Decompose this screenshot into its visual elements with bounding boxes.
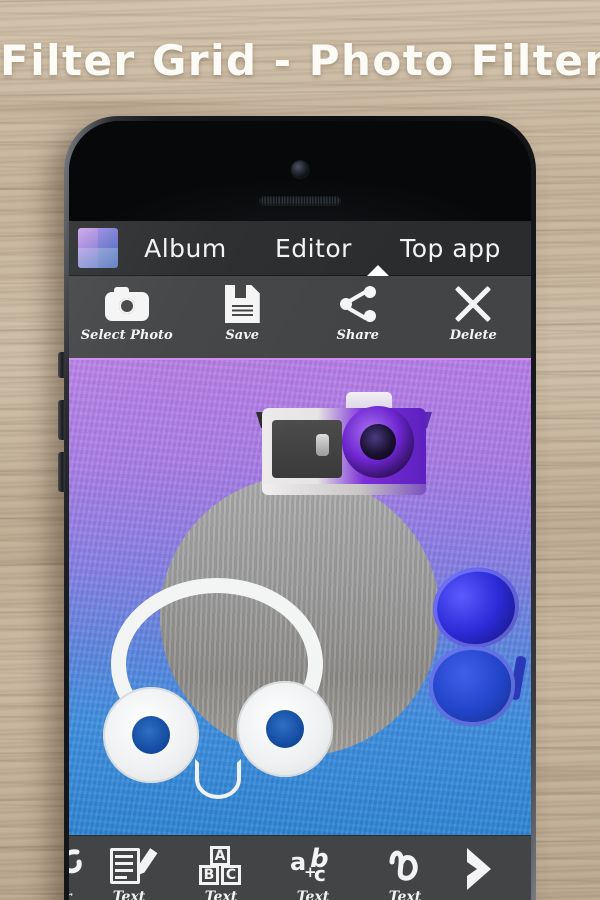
next-page-button[interactable] [451,836,499,896]
tab-editor[interactable]: Editor [275,234,352,263]
editor-action-toolbar: Select Photo Save Share Delete [69,276,531,360]
text-tools-toolbar: r Text [69,835,531,900]
tab-top-app[interactable]: Top app [400,234,501,263]
phone-screen: Album Editor Top app Select Photo Save S… [69,221,531,900]
delete-label: Delete [449,328,497,343]
chevron-right-icon [467,848,491,890]
text-tool-abc-letters[interactable]: a b + c Text [267,836,359,900]
camera-icon [104,284,149,324]
phone-silent-switch[interactable] [58,352,65,378]
phone-device-frame: Album Editor Top app Select Photo Save S… [64,116,536,900]
front-camera-icon [291,161,309,178]
text-tool-partial-label: r [69,889,72,900]
abc-blocks-icon: A B C [199,845,243,887]
share-label: Share [336,328,379,343]
photo-edit-canvas[interactable] [69,360,531,835]
abc-letters-icon: a b + c [290,844,329,886]
close-x-icon [455,284,492,324]
text-tool-abc-blocks[interactable]: A B C Text [175,836,267,900]
page-title: Filter Grid - Photo Filters [0,36,600,85]
text-tool-partial[interactable]: r [69,836,83,900]
squiggle-glyph [389,850,418,881]
text-tool-notepad-label: Text [112,889,146,900]
text-tool-abc-blocks-label: Text [204,889,238,900]
photo-subject-sunglasses [426,561,527,753]
select-photo-label: Select Photo [80,328,173,343]
select-photo-button[interactable]: Select Photo [69,276,185,343]
earpiece-speaker [259,196,341,205]
floppy-disk-icon [224,284,260,324]
text-tool-notepad[interactable]: Text [83,836,175,900]
phone-body: Album Editor Top app Select Photo Save S… [69,121,531,900]
save-label: Save [225,328,260,343]
nav-tab-list: Album Editor Top app [118,234,531,263]
phone-top-bezel [69,121,531,221]
screenshot-root: Filter Grid - Photo Filters Album Editor… [0,0,600,900]
notepad-pencil-icon [110,845,148,887]
text-tool-abc-letters-label: Text [296,889,330,900]
text-tool-script[interactable]: Text [359,836,451,900]
squiggle-text-icon [384,845,426,887]
save-button[interactable]: Save [185,276,301,343]
share-button[interactable]: Share [300,276,416,343]
app-navigation-bar: Album Editor Top app [69,221,531,276]
tab-album[interactable]: Album [144,234,227,263]
filter-grid-app-icon[interactable] [78,228,118,268]
photo-subject-headphones [103,578,333,799]
delete-button[interactable]: Delete [416,276,532,343]
active-tab-caret-icon [367,265,389,276]
phone-volume-down-button[interactable] [58,452,65,492]
phone-volume-up-button[interactable] [58,400,65,440]
photo-subject-camera [254,386,434,506]
text-tool-script-label: Text [388,889,422,900]
share-nodes-icon [339,284,376,324]
